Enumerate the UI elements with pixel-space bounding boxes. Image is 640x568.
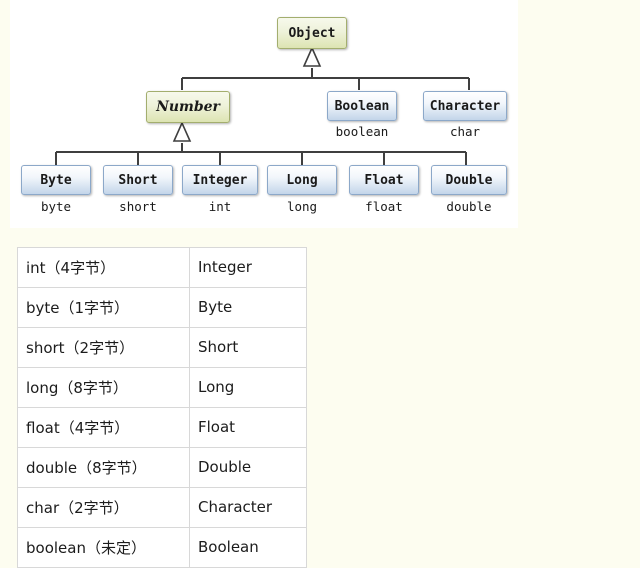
node-float[interactable]: Float [349, 165, 419, 195]
table-row: double（8字节）Double [18, 448, 307, 488]
node-short-label: Short [118, 174, 157, 187]
table-row: byte（1字节）Byte [18, 288, 307, 328]
class-hierarchy-diagram: Object Number Boolean boolean Character … [10, 0, 518, 228]
cell-wrapper-class: Float [190, 408, 307, 448]
primitive-label-double: double [431, 201, 507, 214]
node-number-label: Number [156, 100, 220, 114]
cell-wrapper-class: Character [190, 488, 307, 528]
node-integer-label: Integer [193, 174, 248, 187]
cell-primitive-type: double（8字节） [18, 448, 190, 488]
node-integer[interactable]: Integer [182, 165, 258, 195]
cell-wrapper-class: Boolean [190, 528, 307, 568]
node-number[interactable]: Number [146, 91, 230, 123]
node-character-label: Character [430, 100, 500, 113]
node-double[interactable]: Double [431, 165, 507, 195]
primitive-label-boolean: boolean [327, 126, 397, 139]
node-byte[interactable]: Byte [21, 165, 91, 195]
cell-primitive-type: short（2字节） [18, 328, 190, 368]
node-character[interactable]: Character [423, 91, 507, 121]
node-object-label: Object [289, 27, 336, 40]
primitive-wrapper-table: int（4字节）Integerbyte（1字节）Byteshort（2字节）Sh… [17, 247, 307, 568]
primitive-label-short: short [103, 201, 173, 214]
cell-wrapper-class: Short [190, 328, 307, 368]
cell-wrapper-class: Long [190, 368, 307, 408]
inheritance-arrow-to-number [174, 123, 190, 141]
primitive-label-int: int [182, 201, 258, 214]
table-row: boolean（未定）Boolean [18, 528, 307, 568]
node-boolean[interactable]: Boolean [327, 91, 397, 121]
table-row: char（2字节）Character [18, 488, 307, 528]
cell-primitive-type: int（4字节） [18, 248, 190, 288]
cell-wrapper-class: Byte [190, 288, 307, 328]
table-row: long（8字节）Long [18, 368, 307, 408]
node-long-label: Long [286, 174, 317, 187]
cell-primitive-type: byte（1字节） [18, 288, 190, 328]
table-row: int（4字节）Integer [18, 248, 307, 288]
table-row: float（4字节）Float [18, 408, 307, 448]
cell-wrapper-class: Integer [190, 248, 307, 288]
node-double-label: Double [446, 174, 493, 187]
cell-wrapper-class: Double [190, 448, 307, 488]
table-row: short（2字节）Short [18, 328, 307, 368]
node-byte-label: Byte [40, 174, 71, 187]
node-short[interactable]: Short [103, 165, 173, 195]
cell-primitive-type: long（8字节） [18, 368, 190, 408]
table-body: int（4字节）Integerbyte（1字节）Byteshort（2字节）Sh… [18, 248, 307, 568]
cell-primitive-type: char（2字节） [18, 488, 190, 528]
primitive-label-float: float [349, 201, 419, 214]
cell-primitive-type: boolean（未定） [18, 528, 190, 568]
cell-primitive-type: float（4字节） [18, 408, 190, 448]
node-long[interactable]: Long [267, 165, 337, 195]
node-object[interactable]: Object [277, 17, 347, 49]
node-boolean-label: Boolean [335, 100, 390, 113]
node-float-label: Float [364, 174, 403, 187]
primitive-label-byte: byte [21, 201, 91, 214]
primitive-label-char: char [423, 126, 507, 139]
primitive-label-long: long [267, 201, 337, 214]
inheritance-arrow-to-object [304, 48, 320, 66]
